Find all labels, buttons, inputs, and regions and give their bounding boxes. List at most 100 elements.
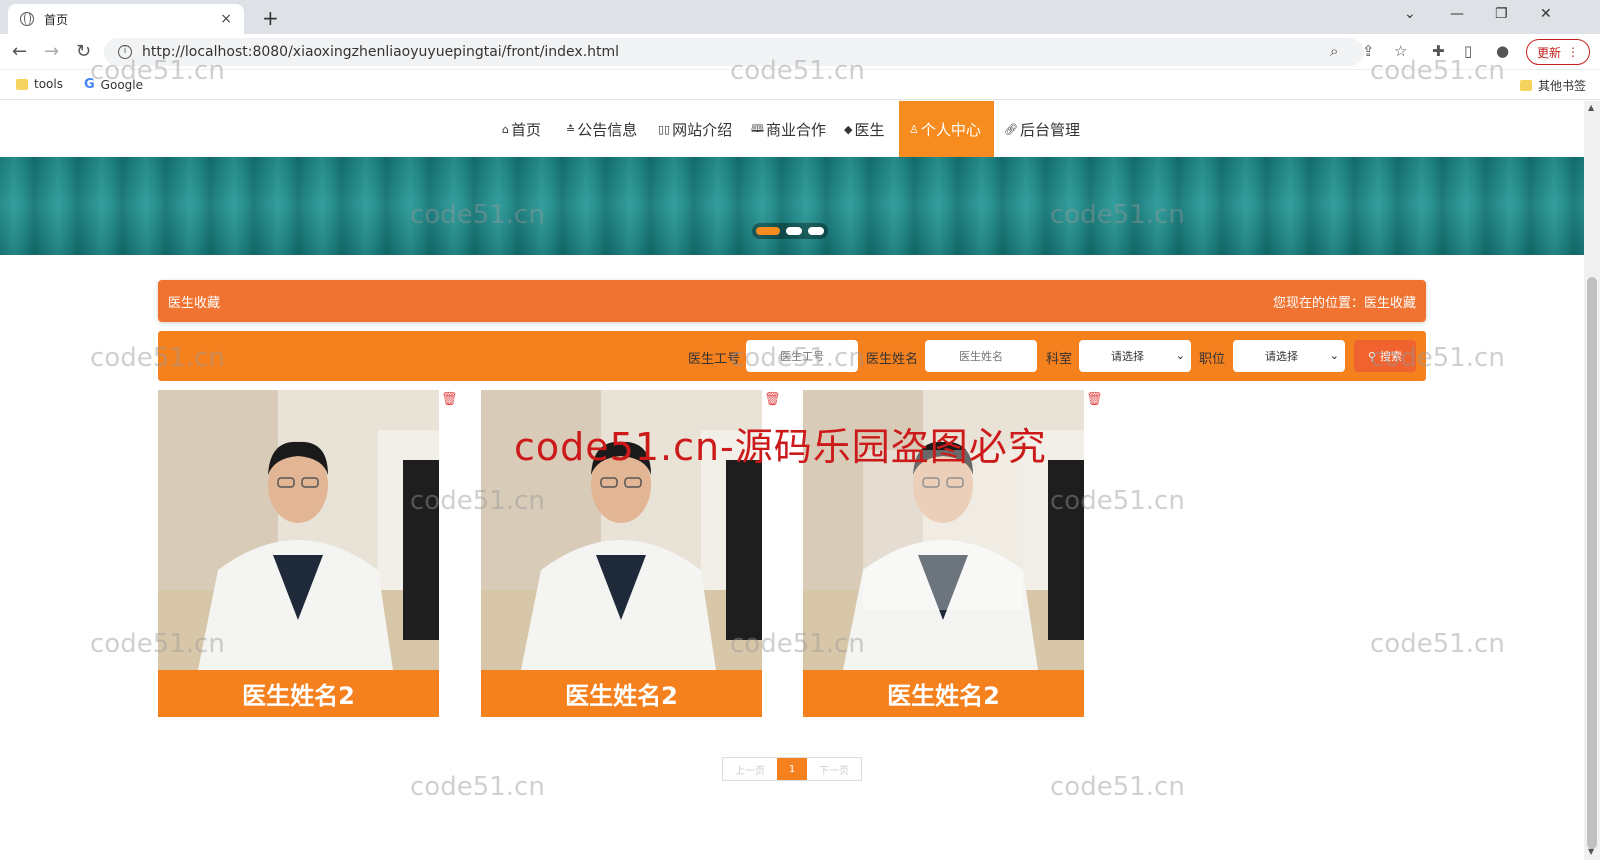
nav-label: 商业合作 [765, 120, 826, 139]
carousel-dot-2[interactable] [786, 227, 802, 235]
department-select[interactable]: 请选择 ⌄ [1079, 340, 1191, 372]
nav-label: 医生 [854, 120, 885, 139]
delete-icon[interactable]: 🗑︎ [1086, 392, 1103, 407]
pagination: 上一页 1 下一页 [722, 757, 862, 781]
doctor-name-input[interactable] [925, 340, 1037, 372]
scroll-down-icon[interactable]: ▼ [1588, 847, 1594, 856]
book-icon: 🕮 [751, 121, 764, 135]
doctor-photo-image [158, 390, 439, 670]
nav-item-home[interactable]: ⌂ 首页 [502, 101, 541, 157]
carousel-dot-1[interactable] [756, 227, 780, 235]
bookmarks-bar: tools G Google 其他书签 [0, 70, 1600, 100]
breadcrumb-current: 医生收藏 [1363, 295, 1416, 311]
close-window-icon[interactable]: ✕ [1540, 6, 1552, 22]
restore-icon[interactable]: ❐ [1495, 6, 1508, 22]
nav-item-doctor[interactable]: ◆ 医生 [844, 101, 884, 157]
nav-item-about[interactable]: ▯▯ 网站介绍 [658, 101, 732, 157]
reload-icon[interactable]: ↻ [76, 41, 91, 62]
search-button[interactable]: ⚲ 搜索 [1354, 340, 1416, 372]
bookmark-other[interactable]: 其他书签 [1520, 77, 1586, 94]
update-label: 更新 [1536, 45, 1561, 60]
tab-close-icon[interactable]: × [220, 11, 232, 27]
more-icon: ⋮ [1567, 45, 1579, 59]
doctor-name-label: 医生姓名 [866, 352, 919, 367]
doctor-name: 医生姓名2 [481, 670, 762, 717]
folder-icon [16, 78, 28, 90]
nav-label: 首页 [510, 120, 541, 139]
page-number-button[interactable]: 1 [777, 758, 807, 780]
nav-item-notices[interactable]: ≛ 公告信息 [566, 101, 637, 157]
folder-icon [1520, 80, 1532, 91]
google-icon: G [84, 77, 95, 92]
nav-label: 个人中心 [920, 120, 981, 139]
url-field[interactable]: i http://localhost:8080/xiaoxingzhenliao… [104, 38, 1364, 66]
minimize-icon[interactable]: — [1450, 6, 1464, 22]
doctor-id-input[interactable] [746, 340, 858, 372]
columns-icon: ▯▯ [658, 122, 671, 136]
department-selected-value: 请选择 [1111, 350, 1144, 363]
carousel-dot-3[interactable] [808, 227, 824, 235]
watermark: code51.cn [1050, 772, 1185, 802]
address-bar: ← → ↻ i http://localhost:8080/xiaoxingzh… [0, 34, 1600, 70]
scroll-up-icon[interactable]: ▲ [1588, 103, 1594, 112]
site-info-icon[interactable]: i [118, 45, 132, 59]
user-icon: ♙ [909, 122, 919, 136]
delete-icon[interactable]: 🗑︎ [764, 392, 781, 407]
prev-page-button[interactable]: 上一页 [723, 758, 777, 780]
new-tab-button[interactable]: + [262, 6, 279, 30]
tab-title: 首页 [44, 12, 69, 27]
bookmark-google[interactable]: G Google [84, 77, 143, 92]
tab-search-icon[interactable]: ⌄ [1404, 6, 1416, 22]
profile-icon[interactable]: ● [1496, 42, 1509, 60]
back-icon[interactable]: ← [12, 41, 27, 62]
bookmark-label: Google [100, 77, 143, 92]
position-select[interactable]: 请选择 ⌄ [1233, 340, 1345, 372]
watermark: code51.cn [1370, 629, 1505, 659]
zoom-icon[interactable]: ⌕ [1330, 42, 1338, 60]
nav-label: 后台管理 [1019, 120, 1080, 139]
extensions-icon[interactable]: ✚ [1432, 42, 1445, 60]
banner-carousel [0, 157, 1584, 255]
list-icon: ≛ [566, 122, 576, 136]
doctor-card[interactable]: 医生姓名2 [158, 390, 439, 717]
chevron-down-icon: ⌄ [1329, 349, 1339, 362]
chevron-down-icon: ⌄ [1175, 349, 1185, 362]
doctor-photo-image [481, 390, 762, 670]
position-label: 职位 [1199, 352, 1226, 367]
doctor-card[interactable]: 医生姓名2 [803, 390, 1084, 717]
home-icon: ⌂ [502, 122, 509, 136]
main-nav: ⌂ 首页 ≛ 公告信息 ▯▯ 网站介绍 🕮 商业合作 ◆ 医生 ♙ 个人中心 🔗︎ 后台管理 [0, 101, 1584, 157]
page-scrollbar[interactable]: ▲ ▼ [1584, 101, 1600, 860]
doctor-name: 医生姓名2 [158, 670, 439, 717]
globe-icon [20, 12, 34, 26]
department-label: 科室 [1046, 352, 1073, 367]
nav-item-business[interactable]: 🕮 商业合作 [751, 101, 826, 157]
doctor-photo-image [803, 390, 1084, 670]
nav-label: 网站介绍 [672, 120, 733, 139]
doctor-photo [481, 390, 762, 670]
bookmark-label: tools [34, 77, 63, 91]
nav-item-personal-center[interactable]: ♙ 个人中心 [899, 101, 994, 157]
next-page-button[interactable]: 下一页 [807, 758, 861, 780]
watermark: code51.cn [410, 772, 545, 802]
link-icon: 🔗︎ [1004, 122, 1018, 136]
doctor-card[interactable]: 医生姓名2 [481, 390, 762, 717]
breadcrumb: 您现在的位置：医生收藏 [1273, 292, 1416, 311]
browser-tab[interactable]: 首页 × [8, 4, 244, 34]
bookmark-star-icon[interactable]: ☆ [1394, 42, 1407, 60]
bookmark-tools[interactable]: tools [16, 77, 63, 91]
bookmark-label: 其他书签 [1538, 79, 1587, 93]
graduation-cap-icon: ◆ [844, 122, 853, 136]
forward-icon[interactable]: → [44, 41, 59, 62]
doctor-id-label: 医生工号 [688, 352, 741, 367]
side-panel-icon[interactable]: ▯ [1464, 42, 1472, 60]
update-button[interactable]: 更新 ⋮ [1526, 39, 1590, 65]
carousel-indicators [752, 223, 828, 239]
delete-icon[interactable]: 🗑︎ [441, 392, 458, 407]
nav-item-admin[interactable]: 🔗︎ 后台管理 [1004, 101, 1080, 157]
scrollbar-thumb[interactable] [1587, 277, 1597, 849]
share-icon[interactable]: ⇪ [1362, 42, 1375, 60]
browser-tab-bar: 首页 × + ⌄ — ❐ ✕ [0, 0, 1600, 34]
search-form: 医生工号 医生姓名 科室 请选择 ⌄ 职位 请选择 ⌄ ⚲ 搜索 [158, 331, 1426, 381]
doctor-name: 医生姓名2 [803, 670, 1084, 717]
